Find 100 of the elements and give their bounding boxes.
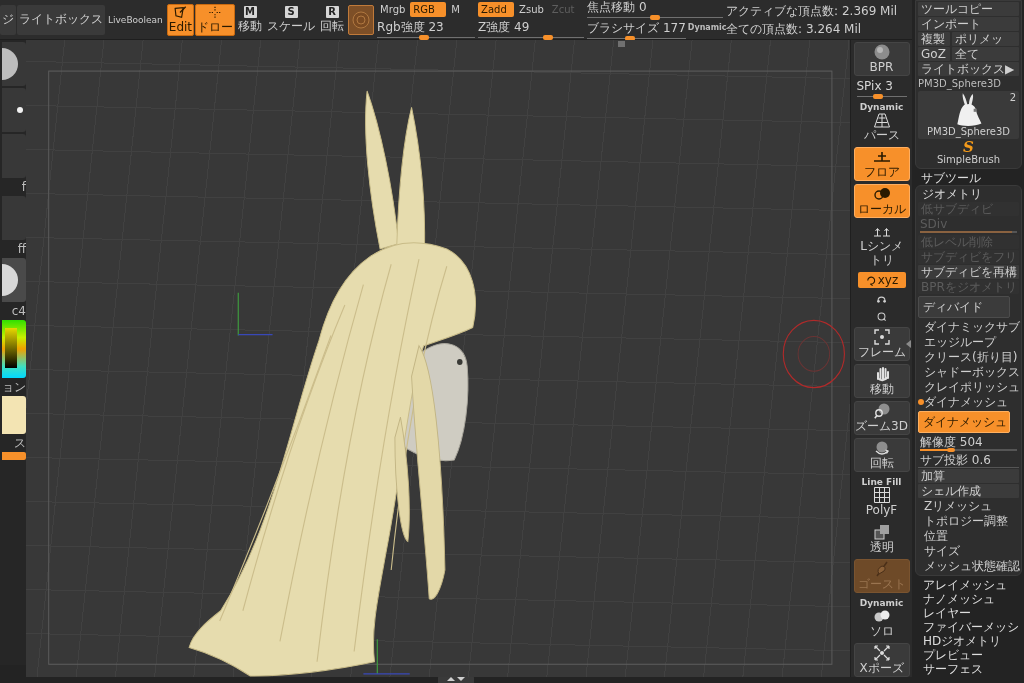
palette-button[interactable]: インポート [918, 17, 1019, 31]
palette-title[interactable]: ナノメッシュ [915, 592, 1022, 606]
solo-button[interactable]: Dynamic ソロ [853, 596, 910, 640]
color-swatch[interactable] [2, 396, 26, 434]
live-boolean-button[interactable]: LiveBoolean [106, 4, 166, 35]
slider-thumb[interactable] [543, 34, 554, 40]
palette-title[interactable]: HDジオメトリ [915, 634, 1022, 648]
subpalette-button[interactable]: クレイポリッシュ [918, 380, 1019, 394]
palette-button[interactable]: サブディビを再構 [918, 265, 1019, 279]
palette-title[interactable]: ファイバーメッシ [915, 620, 1022, 634]
perspective-button[interactable]: Dynamic パース [853, 100, 910, 144]
frame-corners-icon [873, 329, 890, 345]
local-symmetry-button[interactable]: Lシンメトリ [853, 221, 910, 269]
rotation-axis-button[interactable]: xyz [857, 272, 906, 288]
brush-button[interactable] [2, 42, 26, 86]
focal-shift-slider[interactable]: 焦点移動 0 [587, 0, 724, 18]
palette-title[interactable]: ジオメトリ [918, 187, 1019, 201]
material-button[interactable] [348, 4, 375, 35]
palette-button[interactable]: 加算 [918, 469, 1019, 483]
subpalette-button[interactable]: ダイナメッシュ [918, 395, 1019, 409]
shelf-label: ス [13, 436, 26, 450]
count-label: 2 [1009, 92, 1016, 103]
brush-icon [873, 561, 890, 577]
slider-thumb[interactable] [650, 15, 661, 20]
slider-thumb[interactable] [872, 94, 883, 99]
palette-button[interactable]: シェル作成 [918, 484, 1019, 498]
sphere-icon [873, 44, 890, 60]
polyframe-button[interactable]: Line Fill PolyF [853, 475, 910, 519]
stroke-button[interactable] [2, 88, 26, 132]
rotate-button[interactable]: R 回転 [318, 3, 347, 36]
value-field[interactable]: サブ投影 0.6 [918, 453, 1019, 468]
toggle-button[interactable]: Zsub [516, 1, 547, 17]
palette-title[interactable]: サーフェス [915, 662, 1022, 676]
squares-icon [873, 524, 890, 540]
palette-button[interactable]: ツールコピー [918, 2, 1019, 16]
floor-axis-drawing [362, 638, 411, 675]
zoom-button[interactable]: ズーム3D [853, 401, 910, 435]
subpalette-button[interactable]: サイズ [918, 544, 1019, 558]
toolbar-button[interactable]: ライトボックス [17, 4, 105, 35]
toggle-button[interactable]: RGB [410, 1, 447, 17]
collapse-arrow-icon [906, 340, 911, 348]
spix-slider[interactable]: SPix 3 [856, 79, 907, 97]
shelf-label: ff [16, 242, 26, 256]
figure-thumbnail-icon [954, 93, 983, 126]
shelf-label: ョン [2, 380, 26, 394]
subpalette-button[interactable]: 位置 [918, 529, 1019, 543]
lightbox-button[interactable]: ライトボックス▶ [918, 62, 1019, 76]
move-button[interactable]: 移動 [853, 364, 910, 398]
model-tool-button[interactable]: 2 PM3D_Sphere3D [918, 91, 1019, 139]
scale-button[interactable]: S スケール [265, 3, 318, 36]
palette-slider[interactable]: 解像度 504 [918, 435, 1019, 452]
toolbar-button[interactable]: ジ [0, 4, 16, 35]
move-button[interactable]: M 移動 [236, 3, 265, 36]
draw-button[interactable]: ドロー [195, 3, 236, 36]
scroll-handle[interactable] [618, 41, 625, 47]
rotate-button[interactable]: 回転 [853, 438, 910, 472]
material-button[interactable] [2, 258, 26, 302]
slider-thumb[interactable] [946, 448, 955, 452]
palette-title[interactable]: プレビュー [915, 648, 1022, 662]
palette-button[interactable]: ダイナメッシュ [918, 411, 1010, 433]
palette-button[interactable]: ディバイド [918, 296, 1010, 318]
palette-title[interactable]: サブツール [915, 171, 1022, 185]
dot-icon [17, 107, 23, 113]
slider-thumb[interactable] [419, 34, 430, 40]
floor-button[interactable]: フロア [853, 147, 910, 181]
palette-title[interactable]: レイヤー [915, 606, 1022, 620]
palette-title[interactable]: アレイメッシュ [915, 578, 1022, 592]
palette-button[interactable]: 複製 [918, 32, 950, 46]
vertex-count-text: 全ての頂点数: 3.264 Mil [726, 21, 863, 36]
local-button[interactable]: ローカル [853, 184, 910, 218]
edit-button[interactable]: Edit [166, 3, 195, 36]
collapse-handle[interactable] [438, 675, 474, 683]
letter-badge: R [325, 6, 339, 18]
up-down-arrows-icon [446, 676, 466, 682]
render-button[interactable]: BPR [853, 42, 910, 76]
grid-icon [873, 487, 890, 503]
toggle-button[interactable]: M [448, 1, 463, 17]
loop-icon [876, 311, 887, 322]
intensity-slider[interactable]: Rgb強度 23 [377, 19, 476, 38]
palette-button[interactable]: 全て [952, 47, 1019, 61]
toggle-bar[interactable] [2, 452, 26, 460]
frame-button[interactable]: フレーム [853, 327, 910, 361]
spheres-icon [873, 608, 890, 624]
subpalette-button[interactable]: Zリメッシュ [918, 499, 1019, 513]
subpalette-button[interactable]: クリース(折り目) [918, 350, 1019, 364]
toggle-button[interactable]: Zadd [478, 1, 515, 17]
subpalette-button[interactable]: トポロジー調整 [918, 514, 1019, 528]
dynamic-label[interactable]: Dynamic [687, 23, 727, 33]
transparency-button[interactable]: 透明 [853, 522, 910, 556]
subpalette-button[interactable]: エッジループ [918, 335, 1019, 349]
subpalette-button[interactable]: シャドーボックス [918, 365, 1019, 379]
xpose-button[interactable]: Xポーズ [853, 643, 910, 677]
palette-button[interactable]: ポリメッ [952, 32, 1019, 46]
brush-tool-button[interactable]: S SimpleBrush [918, 140, 1019, 167]
subpalette-button[interactable]: ダイナミックサブ [918, 320, 1019, 334]
toggle-button[interactable]: Mrgb [377, 1, 409, 17]
palette-button[interactable]: GoZ [918, 47, 950, 61]
color-picker[interactable] [2, 320, 26, 378]
intensity-slider[interactable]: Z強度 49 [478, 19, 585, 38]
subpalette-button[interactable]: メッシュ状態確認 [918, 559, 1019, 573]
